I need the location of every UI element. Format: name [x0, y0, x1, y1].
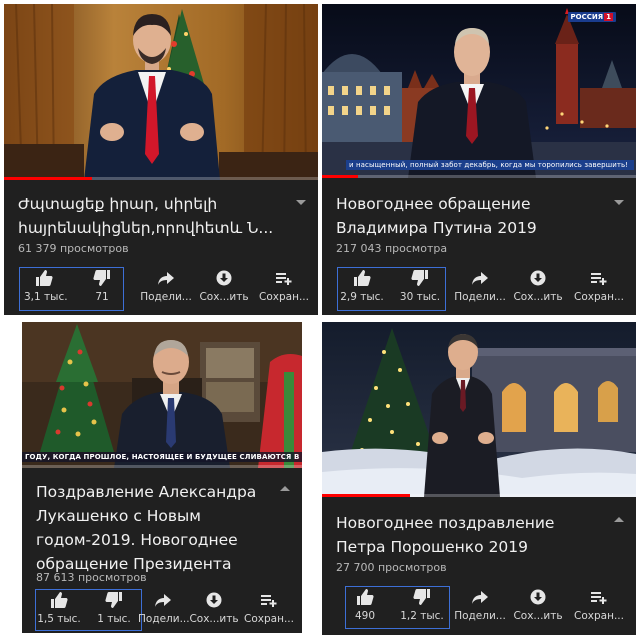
thumb-up-icon: [340, 270, 384, 286]
thumb-down-icon: [82, 270, 122, 286]
like-button[interactable]: 490: [348, 589, 382, 622]
dislike-button[interactable]: 1 тыс.: [92, 592, 136, 625]
video-player[interactable]: ГОДУ, КОГДА ПРОШЛОЕ, НАСТОЯЩЕЕ И БУДУЩЕЕ…: [22, 322, 302, 468]
playlist-add-icon: [254, 270, 314, 286]
thumb-up-icon: [36, 592, 82, 608]
dislike-count: 71: [95, 291, 109, 303]
dislike-button[interactable]: 1,2 тыс.: [396, 589, 448, 622]
progress-bar: [322, 494, 410, 497]
download-button[interactable]: Сох...ить: [510, 589, 566, 622]
like-count: 490: [354, 610, 376, 622]
dislike-button[interactable]: 30 тыс.: [396, 270, 444, 303]
share-button[interactable]: Подели...: [452, 589, 508, 622]
thumb-down-icon: [396, 589, 448, 605]
caption-text: и насыщенный, полный забот декабрь, когд…: [346, 160, 634, 170]
like-count: 3,1 тыс.: [24, 291, 68, 303]
chevron-down-icon[interactable]: [296, 200, 306, 205]
progress-track[interactable]: [322, 175, 636, 178]
share-label: Подели...: [138, 613, 190, 625]
save-to-label: Сохран...: [574, 291, 624, 303]
view-count: 87 613 просмотров: [36, 571, 147, 584]
download-label: Сох...ить: [513, 610, 563, 622]
like-count: 2,9 тыс.: [340, 291, 384, 303]
save-to-playlist-button[interactable]: Сохран...: [568, 270, 630, 303]
share-button[interactable]: Подели...: [138, 592, 190, 625]
save-to-playlist-button[interactable]: Сохран...: [240, 592, 298, 625]
download-label: Сох...ить: [189, 613, 239, 625]
thumb-down-icon: [92, 592, 136, 608]
video-card-pashinyan: Ժպտացեք իրար, սիրելի հայրենակիցներ,որովհ…: [4, 4, 318, 315]
share-icon: [138, 270, 194, 286]
like-button[interactable]: 2,9 тыс.: [340, 270, 384, 303]
dislike-count: 1,2 тыс.: [400, 610, 444, 622]
share-label: Подели...: [454, 291, 506, 303]
progress-track[interactable]: [22, 465, 302, 468]
like-count: 1,5 тыс.: [37, 613, 81, 625]
share-button[interactable]: Подели...: [138, 270, 194, 303]
progress-bar: [4, 177, 92, 180]
like-button[interactable]: 1,5 тыс.: [36, 592, 82, 625]
share-label: Подели...: [140, 291, 192, 303]
progress-bar: [322, 175, 358, 178]
video-title[interactable]: Новогоднее поздравление Петра Порошенко …: [336, 511, 606, 559]
view-count: 217 043 просмотра: [336, 242, 448, 255]
video-frame: [4, 4, 318, 180]
share-icon: [452, 589, 508, 605]
chevron-up-icon[interactable]: [614, 517, 624, 522]
thumb-up-icon: [348, 589, 382, 605]
video-card-poroshenko: Новогоднее поздравление Петра Порошенко …: [322, 322, 636, 635]
dislike-button[interactable]: 71: [82, 270, 122, 303]
download-icon: [510, 589, 566, 605]
save-to-playlist-button[interactable]: Сохран...: [568, 589, 630, 622]
video-player[interactable]: [4, 4, 318, 180]
save-to-label: Сохран...: [244, 613, 294, 625]
playlist-add-icon: [240, 592, 298, 608]
share-icon: [452, 270, 508, 286]
video-card-putin: РОССИЯ 1 и насыщенный, полный забот декаб…: [322, 4, 636, 315]
download-icon: [188, 592, 240, 608]
chevron-down-icon[interactable]: [614, 200, 624, 205]
save-to-label: Сохран...: [259, 291, 309, 303]
playlist-add-icon: [568, 589, 630, 605]
save-to-playlist-button[interactable]: Сохран...: [254, 270, 314, 303]
save-to-label: Сохран...: [574, 610, 624, 622]
thumb-up-icon: [24, 270, 64, 286]
share-button[interactable]: Подели...: [452, 270, 508, 303]
video-frame: [322, 322, 636, 497]
thumb-down-icon: [396, 270, 444, 286]
download-button[interactable]: Сох...ить: [196, 270, 252, 303]
download-button[interactable]: Сох...ить: [188, 592, 240, 625]
download-label: Сох...ить: [199, 291, 249, 303]
chevron-up-icon[interactable]: [280, 486, 290, 491]
video-card-lukashenko: ГОДУ, КОГДА ПРОШЛОЕ, НАСТОЯЩЕЕ И БУДУЩЕЕ…: [22, 322, 302, 633]
view-count: 61 379 просмотров: [18, 242, 129, 255]
share-icon: [138, 592, 188, 608]
share-label: Подели...: [454, 610, 506, 622]
channel-logo: РОССИЯ 1: [567, 12, 616, 22]
download-button[interactable]: Сох...ить: [510, 270, 566, 303]
playlist-add-icon: [568, 270, 630, 286]
video-player[interactable]: [322, 322, 636, 497]
download-icon: [196, 270, 252, 286]
download-icon: [510, 270, 566, 286]
video-frame: [22, 322, 302, 468]
view-count: 27 700 просмотров: [336, 561, 447, 574]
dislike-count: 1 тыс.: [97, 613, 131, 625]
video-player[interactable]: РОССИЯ 1 и насыщенный, полный забот декаб…: [322, 4, 636, 178]
video-title[interactable]: Ժպտացեք իրար, սիրելի հայրենակիցներ,որովհ…: [18, 192, 288, 240]
video-frame: [322, 4, 636, 178]
like-button[interactable]: 3,1 тыс.: [24, 270, 68, 303]
channel-logo-text: РОССИЯ: [570, 13, 604, 21]
video-title[interactable]: Новогоднее обращение Владимира Путина 20…: [336, 192, 606, 240]
download-label: Сох...ить: [513, 291, 563, 303]
channel-logo-number: 1: [604, 13, 613, 21]
video-title[interactable]: Поздравление Александра Лукашенко с Новы…: [36, 480, 272, 576]
caption-text: ГОДУ, КОГДА ПРОШЛОЕ, НАСТОЯЩЕЕ И БУДУЩЕЕ…: [22, 452, 302, 462]
dislike-count: 30 тыс.: [399, 291, 441, 303]
